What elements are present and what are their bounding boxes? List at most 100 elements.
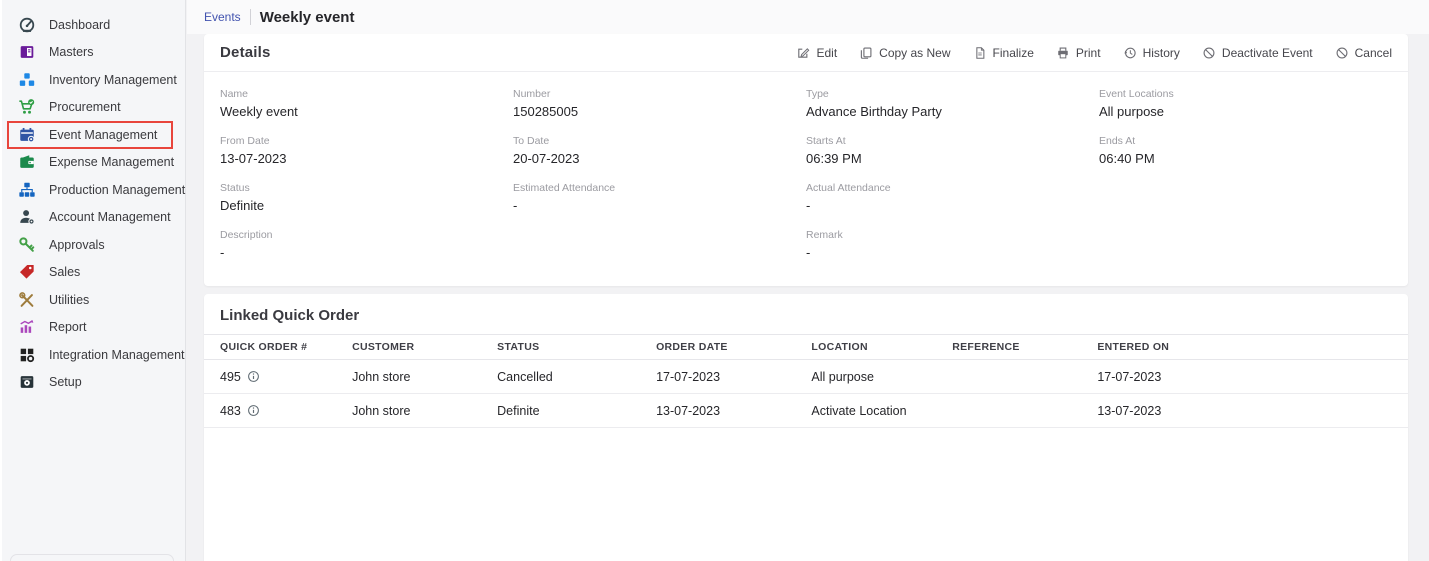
copy-as-new-button[interactable]: Copy as New bbox=[859, 45, 951, 60]
sidebar-item-label: Account Management bbox=[49, 210, 171, 225]
field-value: - bbox=[806, 245, 811, 260]
copy-icon bbox=[859, 46, 873, 60]
deactivate-event-button[interactable]: Deactivate Event bbox=[1202, 46, 1313, 60]
dashboard-gauge-icon bbox=[18, 16, 36, 34]
details-fields: Name Weekly event Number 150285005 Type … bbox=[204, 72, 1408, 286]
field-label: Starts At bbox=[806, 135, 846, 147]
field-estimated-attendance: Estimated Attendance - bbox=[513, 182, 806, 213]
sidebar-item-approvals[interactable]: Approvals bbox=[2, 231, 185, 259]
setup-box-icon bbox=[18, 373, 36, 391]
cell-status: Cancelled bbox=[497, 369, 553, 384]
field-name: Name Weekly event bbox=[220, 88, 513, 119]
sidebar-item-label: Expense Management bbox=[49, 155, 175, 170]
cell-status: Definite bbox=[497, 403, 540, 418]
print-icon bbox=[1056, 46, 1070, 60]
field-from-date: From Date 13-07-2023 bbox=[220, 135, 513, 166]
field-ends-at: Ends At 06:40 PM bbox=[1099, 135, 1392, 166]
toolbar-button-label: Print bbox=[1075, 45, 1101, 60]
sidebar-item-report[interactable]: Report bbox=[2, 314, 185, 342]
sidebar-item-production-management[interactable]: Production Management bbox=[2, 176, 185, 204]
column-header-customer: CUSTOMER bbox=[352, 341, 415, 353]
sidebar-item-label: Event Management bbox=[49, 127, 158, 142]
linked-quick-order-title: Linked Quick Order bbox=[220, 307, 360, 324]
sidebar-item-expense-management[interactable]: Expense Management bbox=[2, 149, 185, 177]
table-row[interactable]: 483 John store Definite 13-07-2023 Activ… bbox=[204, 394, 1408, 428]
history-clock-icon bbox=[1123, 46, 1137, 60]
sidebar-item-integration-management[interactable]: Integration Management bbox=[2, 341, 185, 369]
details-card: Details Edit Copy as New Finalize Print … bbox=[204, 34, 1408, 286]
ban-icon bbox=[1202, 46, 1216, 60]
toolbar-button-label: Edit bbox=[816, 45, 838, 60]
toolbar-button-label: Copy as New bbox=[879, 45, 951, 60]
column-header-quick-order: QUICK ORDER # bbox=[220, 341, 308, 353]
cell-location: Activate Location bbox=[811, 403, 907, 418]
sidebar-item-setup[interactable]: Setup bbox=[2, 369, 185, 397]
sidebar-item-label: Integration Management bbox=[49, 347, 185, 362]
field-description: Description - bbox=[220, 229, 513, 260]
procurement-cart-icon bbox=[18, 98, 36, 116]
integration-grid-icon bbox=[18, 346, 36, 364]
cell-customer: John store bbox=[352, 403, 411, 418]
cancel-button[interactable]: Cancel bbox=[1335, 46, 1392, 60]
print-button[interactable]: Print bbox=[1056, 46, 1101, 60]
cell-quick-order: 483 bbox=[204, 404, 352, 418]
sidebar-item-masters[interactable]: Masters bbox=[2, 39, 185, 67]
event-calendar-icon bbox=[18, 126, 36, 144]
field-starts-at: Starts At 06:39 PM bbox=[806, 135, 1099, 166]
field-label: Description bbox=[220, 229, 273, 241]
field-value: Definite bbox=[220, 198, 265, 213]
field-value: 06:40 PM bbox=[1099, 151, 1155, 166]
sidebar-item-inventory-management[interactable]: Inventory Management bbox=[2, 66, 185, 94]
info-icon[interactable] bbox=[247, 404, 260, 417]
field-value: 20-07-2023 bbox=[513, 151, 580, 166]
cell-location: All purpose bbox=[811, 369, 874, 384]
info-icon[interactable] bbox=[247, 370, 260, 383]
field-value: - bbox=[220, 245, 225, 260]
sidebar-item-procurement[interactable]: Procurement bbox=[2, 94, 185, 122]
finalize-button[interactable]: Finalize bbox=[973, 46, 1034, 60]
field-actual-attendance: Actual Attendance - bbox=[806, 182, 1099, 213]
field-to-date: To Date 20-07-2023 bbox=[513, 135, 806, 166]
cell-quick-order: 495 bbox=[204, 370, 352, 384]
column-header-reference: REFERENCE bbox=[952, 341, 1020, 353]
edit-button[interactable]: Edit bbox=[796, 46, 837, 60]
field-number: Number 150285005 bbox=[513, 88, 806, 119]
cell-order-date: 13-07-2023 bbox=[656, 403, 721, 418]
breadcrumb: Events Weekly event bbox=[187, 0, 1429, 34]
field-label: Estimated Attendance bbox=[513, 182, 616, 194]
sidebar-item-account-management[interactable]: Account Management bbox=[2, 204, 185, 232]
sidebar-item-utilities[interactable]: Utilities bbox=[2, 286, 185, 314]
field-value: Weekly event bbox=[220, 104, 298, 119]
sidebar-item-label: Setup bbox=[49, 375, 82, 390]
approvals-key-icon bbox=[18, 236, 36, 254]
sidebar-item-sales[interactable]: Sales bbox=[2, 259, 185, 287]
field-label: Number bbox=[513, 88, 551, 100]
breadcrumb-events-link[interactable]: Events bbox=[204, 10, 241, 24]
field-value: Advance Birthday Party bbox=[806, 104, 942, 119]
cell-entered-on: 17-07-2023 bbox=[1097, 369, 1162, 384]
sidebar-item-label: Utilities bbox=[49, 292, 90, 307]
sidebar-item-label: Inventory Management bbox=[49, 72, 177, 87]
history-button[interactable]: History bbox=[1123, 46, 1180, 60]
sidebar-item-dashboard[interactable]: Dashboard bbox=[2, 11, 185, 39]
linked-quick-order-card: Linked Quick Order QUICK ORDER # CUSTOME… bbox=[204, 294, 1408, 561]
production-sitemap-icon bbox=[18, 181, 36, 199]
field-type: Type Advance Birthday Party bbox=[806, 88, 1099, 119]
field-value: - bbox=[513, 198, 518, 213]
report-chart-icon bbox=[18, 318, 36, 336]
cell-customer: John store bbox=[352, 369, 411, 384]
column-header-order-date: ORDER DATE bbox=[656, 341, 728, 353]
toolbar-button-label: Deactivate Event bbox=[1221, 45, 1313, 60]
field-value: 06:39 PM bbox=[806, 151, 862, 166]
utilities-tools-icon bbox=[18, 291, 36, 309]
sidebar-item-event-management[interactable]: Event Management bbox=[2, 121, 185, 149]
expense-wallet-icon bbox=[18, 153, 36, 171]
quick-order-number: 483 bbox=[220, 403, 241, 418]
details-card-header: Details Edit Copy as New Finalize Print … bbox=[204, 34, 1408, 72]
field-label: From Date bbox=[220, 135, 270, 147]
table-row[interactable]: 495 John store Cancelled 17-07-2023 All … bbox=[204, 360, 1408, 394]
field-label: Type bbox=[806, 88, 829, 100]
sidebar-item-label: Production Management bbox=[49, 182, 186, 197]
inventory-cubes-icon bbox=[18, 71, 36, 89]
sales-tag-icon bbox=[18, 263, 36, 281]
